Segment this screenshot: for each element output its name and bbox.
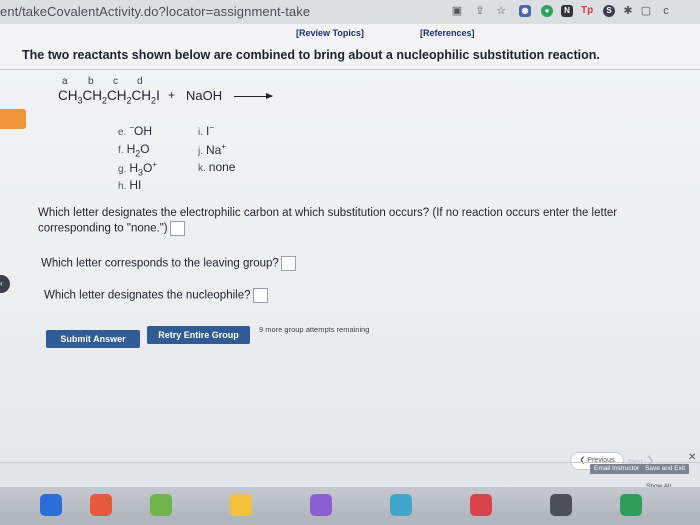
atom-label-c: c [113,76,118,87]
save-exit-button[interactable]: Save and Exit [641,464,690,474]
collapse-left-icon[interactable]: ‹ [0,275,10,293]
question-nucleophile-label: Which letter designates the nucleophile? [44,289,251,302]
dock-app-icon[interactable] [150,494,172,516]
window-icon[interactable]: ▢ [640,5,652,17]
chrome-icon[interactable]: ● [541,5,553,17]
atom-label-a: a [62,76,68,87]
dock-app-icon[interactable] [40,494,62,516]
attempts-remaining-text: 9 more group attempts remaining [259,325,370,334]
menu-c-icon[interactable]: c [660,5,672,17]
nucleophile-answer-input[interactable] [252,288,268,303]
dock-app-icon[interactable] [620,494,642,516]
retry-group-button[interactable]: Retry Entire Group [147,326,250,344]
question-leaving-group-label: Which letter corresponds to the leaving … [41,257,279,270]
question-electrophile-line2: corresponding to "none.") [38,222,168,235]
dock-app-icon[interactable] [390,494,412,516]
leaving-group-answer-input[interactable] [280,256,296,271]
side-tab-highlight[interactable] [0,109,26,129]
option-i: i. I− [198,123,215,138]
dock-app-icon[interactable] [550,494,572,516]
reactant-formula: CH3CH2CH2CH2I [58,88,160,106]
question-title: The two reactants shown below are combin… [22,48,600,62]
atom-label-b: b [88,76,94,87]
puzzle-icon[interactable]: ✱ [622,5,634,17]
address-bar[interactable]: ent/takeCovalentActivity.do?locator=assi… [0,4,310,19]
option-f: f. H2O [118,142,150,159]
star-icon[interactable]: ☆ [495,5,507,17]
submit-answer-button[interactable]: Submit Answer [46,330,140,348]
reaction-arrow-icon [234,93,273,99]
ext-n-icon[interactable]: N [561,5,573,17]
divider [0,69,700,70]
option-k: k. none [198,160,236,174]
review-topics-link[interactable]: [Review Topics] [296,28,364,38]
assignment-page: [Review Topics] [References] The two rea… [0,24,700,525]
ext-s-icon[interactable]: S [603,5,615,17]
question-electrophile: Which letter designates the electrophili… [38,206,678,237]
reagent-formula: NaOH [186,88,223,103]
question-nucleophile: Which letter designates the nucleophile? [44,288,268,304]
dock-app-icon[interactable] [310,494,332,516]
option-g: g. H3O+ [118,160,158,178]
dock-app-icon[interactable] [90,494,112,516]
electrophile-answer-input[interactable] [169,221,185,236]
dock-app-icon[interactable] [230,494,252,516]
option-h: h. HI [118,178,142,192]
ext-tp-icon[interactable]: Tp [581,5,593,17]
question-electrophile-line1: Which letter designates the electrophili… [38,207,618,219]
footer-divider [0,462,700,463]
browser-toolbar: ent/takeCovalentActivity.do?locator=assi… [0,0,700,25]
option-e: e. −OH [118,123,153,138]
plus-sign: + [168,88,176,102]
extension-icon[interactable]: ▣ [451,5,463,17]
share-icon[interactable]: ⇧ [474,5,486,17]
atom-label-d: d [137,76,143,87]
close-icon[interactable]: ✕ [688,452,696,463]
option-j: j. Na+ [198,142,227,157]
dock-app-icon[interactable] [470,494,492,516]
references-link[interactable]: [References] [420,28,475,38]
email-instructor-button[interactable]: Email Instructor [590,464,644,474]
question-leaving-group: Which letter corresponds to the leaving … [41,256,296,272]
profile-icon[interactable]: ◉ [519,5,531,17]
